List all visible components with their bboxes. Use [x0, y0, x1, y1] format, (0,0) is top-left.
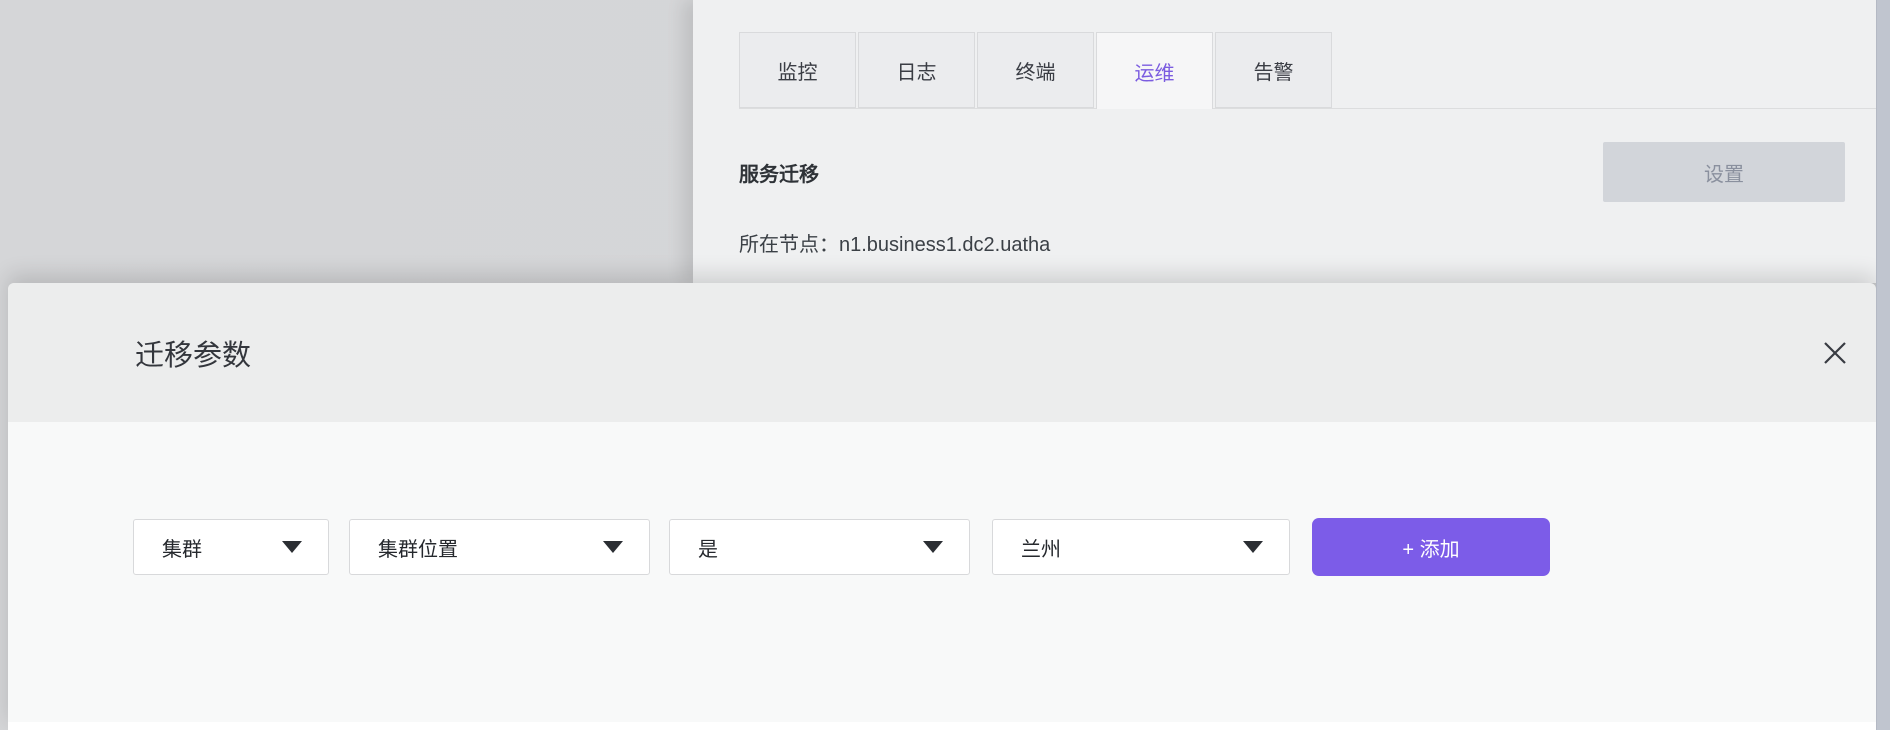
vertical-scrollbar[interactable]	[1876, 0, 1890, 730]
tab-operations[interactable]: 运维	[1096, 32, 1213, 109]
dropdown-selected-value: 集群位置	[378, 533, 458, 562]
param-operator-dropdown[interactable]: 是	[669, 519, 970, 575]
add-param-button[interactable]: + 添加	[1312, 518, 1550, 576]
caret-down-icon	[923, 541, 943, 553]
modal-header: 迁移参数	[8, 283, 1876, 422]
service-detail-panel: 监控 日志 终端 运维 告警 服务迁移 所在节点：n1.business1.dc…	[693, 0, 1876, 283]
modal-title: 迁移参数	[135, 332, 251, 374]
dropdown-selected-value: 集群	[162, 533, 202, 562]
dropdown-selected-value: 兰州	[1021, 533, 1061, 562]
settings-button[interactable]: 设置	[1603, 142, 1845, 202]
migration-param-row: 集群 集群位置 是 兰州 + 添加	[133, 518, 1550, 576]
caret-down-icon	[282, 541, 302, 553]
param-type-dropdown[interactable]: 集群	[133, 519, 329, 575]
tab-terminal[interactable]: 终端	[977, 32, 1094, 108]
section-title-service-migration: 服务迁移	[739, 158, 819, 187]
modal-body: 集群 集群位置 是 兰州 + 添加	[8, 422, 1876, 730]
tab-logs[interactable]: 日志	[858, 32, 975, 108]
current-node-text: 所在节点：n1.business1.dc2.uatha	[739, 228, 1050, 257]
close-button[interactable]	[1812, 330, 1858, 376]
tab-alerts[interactable]: 告警	[1215, 32, 1332, 108]
param-key-dropdown[interactable]: 集群位置	[349, 519, 650, 575]
detail-tabbar: 监控 日志 终端 运维 告警	[739, 32, 1334, 109]
page: 监控 日志 终端 运维 告警 服务迁移 所在节点：n1.business1.dc…	[0, 0, 1890, 730]
caret-down-icon	[603, 541, 623, 553]
dropdown-selected-value: 是	[698, 533, 718, 562]
migration-params-modal: 迁移参数 集群 集群位置	[8, 283, 1876, 730]
modal-footer-edge	[8, 722, 1876, 730]
param-value-dropdown[interactable]: 兰州	[992, 519, 1290, 575]
caret-down-icon	[1243, 541, 1263, 553]
close-icon	[1821, 339, 1849, 367]
tab-monitoring[interactable]: 监控	[739, 32, 856, 108]
